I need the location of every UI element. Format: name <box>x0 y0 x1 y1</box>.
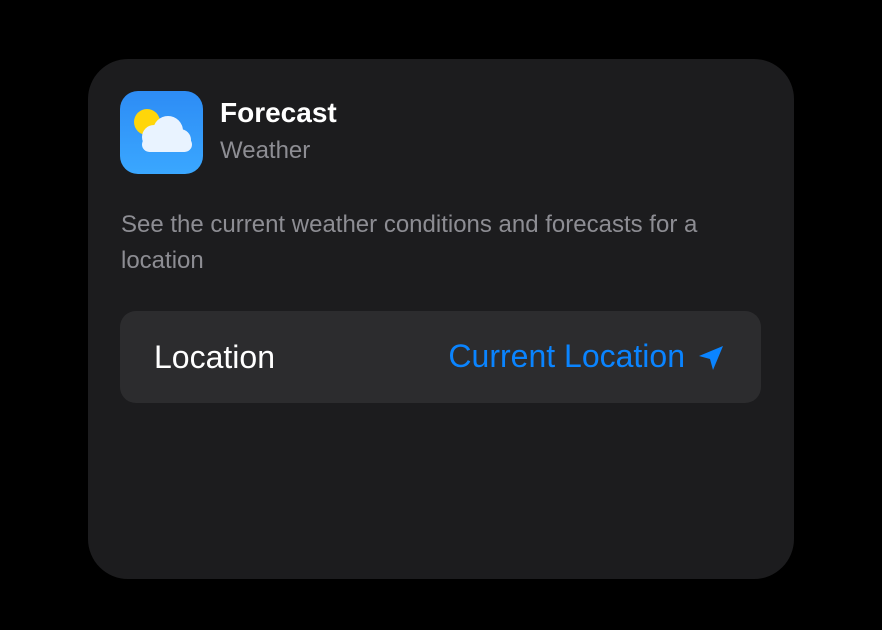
weather-app-icon <box>120 91 203 174</box>
widget-configuration-card: Forecast Weather See the current weather… <box>88 59 794 579</box>
app-title: Forecast <box>220 97 337 128</box>
location-value-text: Current Location <box>448 338 685 374</box>
app-subtitle: Weather <box>220 137 311 164</box>
location-value-button[interactable]: Current Location <box>448 338 725 375</box>
widget-description: See the current weather conditions and f… <box>121 211 698 274</box>
location-label: Location <box>154 339 275 375</box>
location-arrow-icon <box>697 343 725 371</box>
location-setting-row[interactable]: Location Current Location <box>120 311 761 403</box>
